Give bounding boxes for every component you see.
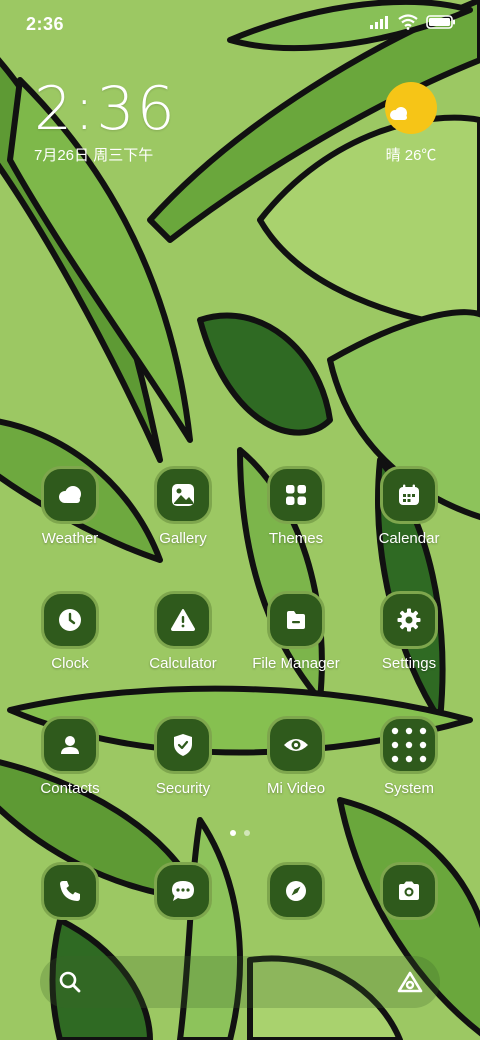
clock-widget[interactable]: 2:36 7月26日 周三下午 [34,78,177,165]
app-label: Contacts [40,780,100,797]
page-indicator [0,830,480,836]
browser-icon [267,862,325,920]
app-label: Calculator [149,655,217,672]
status-time: 2:36 [26,14,65,34]
widget-time: 2:36 [34,74,177,144]
calculator-icon [154,591,212,649]
app-label: Mi Video [266,780,326,797]
clock-icon [41,591,99,649]
status-bar: 2:36 [0,0,480,50]
calendar-icon [380,466,438,524]
status-icons [370,14,456,30]
themes-icon [267,466,325,524]
signal-icon [370,16,388,29]
messages-icon [154,862,212,920]
assistant-icon[interactable] [396,970,424,994]
search-icon[interactable] [58,970,82,994]
app-mi-video[interactable]: Mi Video [241,716,351,797]
app-security[interactable]: Security [128,716,238,797]
app-contacts[interactable]: Contacts [15,716,125,797]
weather-widget[interactable]: 晴 26℃ [376,82,446,165]
contacts-icon [41,716,99,774]
phone-icon [41,862,99,920]
dock-phone[interactable] [15,862,125,920]
file-manager-icon [267,591,325,649]
search-bar[interactable] [40,956,440,1008]
app-label: Clock [51,655,89,672]
dock-messages[interactable] [128,862,238,920]
gallery-icon [154,466,212,524]
app-label: File Manager [252,655,340,672]
security-icon [154,716,212,774]
app-clock[interactable]: Clock [15,591,125,672]
app-label: Themes [268,530,324,547]
wifi-icon [398,14,418,30]
widget-date: 7月26日 周三下午 [34,147,154,164]
camera-icon [380,862,438,920]
weather-icon [41,466,99,524]
app-themes[interactable]: Themes [241,466,351,547]
app-weather[interactable]: Weather [15,466,125,547]
app-label: Weather [41,530,99,547]
page-dot [244,830,250,836]
battery-icon [426,15,455,29]
app-label: Settings [381,655,437,672]
app-settings[interactable]: Settings [354,591,464,672]
app-label: System [383,780,434,797]
dock-browser[interactable] [241,862,351,920]
app-file-manager[interactable]: File Manager [241,591,351,672]
settings-icon [380,591,438,649]
app-calculator[interactable]: Calculator [128,591,238,672]
folder-icon [380,716,438,774]
app-label: Security [155,780,211,797]
mi-video-icon [267,716,325,774]
app-gallery[interactable]: Gallery [128,466,238,547]
app-folder-system[interactable]: System [354,716,464,797]
page-dot-active [230,830,236,836]
sun-cloud-icon [385,82,437,134]
weather-text: 晴 26℃ [385,147,437,164]
app-calendar[interactable]: Calendar [354,466,464,547]
dock-camera[interactable] [354,862,464,920]
app-label: Calendar [378,530,440,547]
app-label: Gallery [159,530,207,547]
